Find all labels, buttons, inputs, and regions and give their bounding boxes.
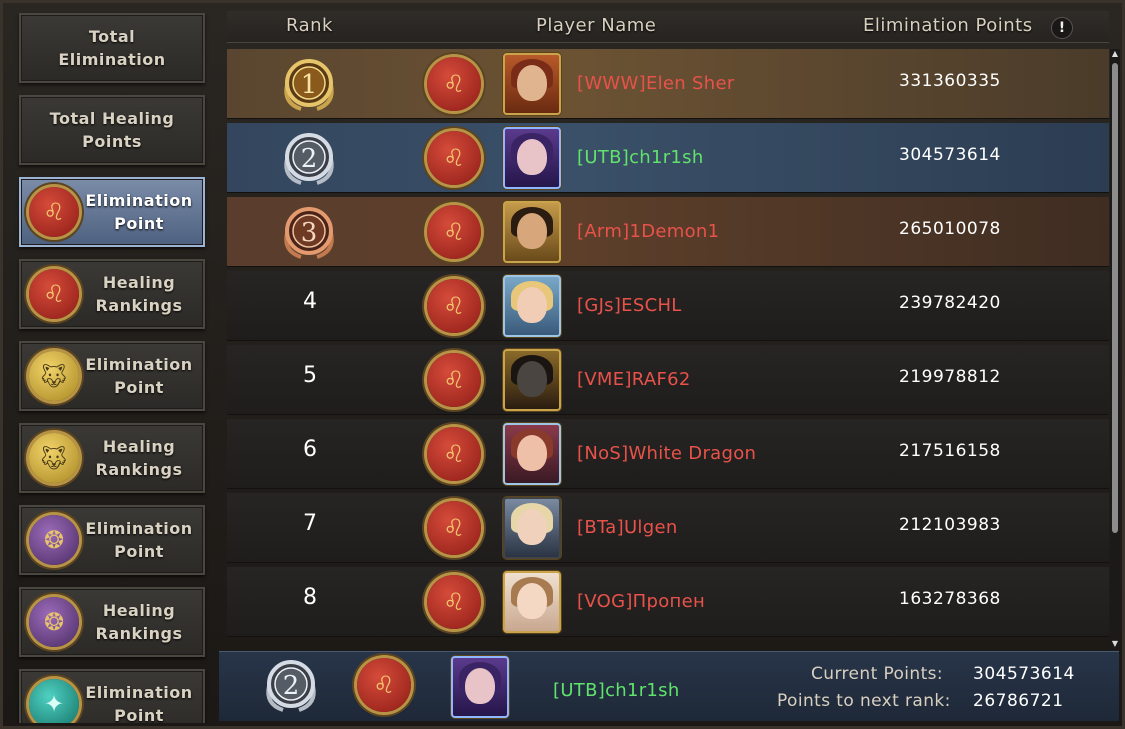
lion-sigil-icon: ♌ — [427, 575, 481, 629]
tab-wolf-elimination-point[interactable]: 🐺︎ Elimination Point — [19, 341, 205, 411]
lion-sigil-icon: ♌ — [427, 427, 481, 481]
dragon-sigil-icon: ❂ — [29, 515, 79, 565]
silver-rank-medal-icon: 2 — [284, 133, 334, 185]
player-points: 265010078 — [899, 219, 1001, 239]
lion-sigil-icon: ♌ — [427, 205, 481, 259]
avatar[interactable] — [503, 127, 561, 189]
player-name[interactable]: [GJs]ESCHL — [577, 295, 682, 316]
avatar[interactable] — [503, 497, 561, 559]
avatar[interactable] — [503, 201, 561, 263]
avatar[interactable] — [503, 423, 561, 485]
player-points: 212103983 — [899, 515, 1001, 535]
tab-wolf-healing-rankings[interactable]: 🐺︎ Healing Rankings — [19, 423, 205, 493]
bronze-rank-medal-icon: 3 — [284, 207, 334, 259]
player-points: 217516158 — [899, 441, 1001, 461]
table-row[interactable]: 3 ♌ [Arm]1Demon1 265010078 — [227, 197, 1109, 267]
player-points: 163278368 — [899, 589, 1001, 609]
table-header: Rank Player Name Elimination Points ! — [227, 11, 1109, 43]
player-points: 219978812 — [899, 367, 1001, 387]
scroll-thumb[interactable] — [1112, 63, 1118, 533]
lion-sigil-icon: ♌ — [29, 187, 79, 237]
wolf-sigil-icon: 🐺︎ — [29, 433, 79, 483]
lion-sigil-icon: ♌ — [427, 353, 481, 407]
rank-number: 3 — [301, 218, 318, 248]
silver-rank-medal-icon: 2 — [266, 660, 316, 712]
player-name[interactable]: [UTB]ch1r1sh — [553, 680, 680, 701]
lion-sigil-icon: ♌ — [29, 269, 79, 319]
rank-number: 5 — [303, 363, 317, 388]
header-rank: Rank — [286, 15, 333, 36]
rank-number: 8 — [303, 585, 317, 610]
my-rank-footer: 2 ♌ [UTB]ch1r1sh Current Points: 3045736… — [219, 651, 1119, 721]
next-rank-label: Points to next rank: — [777, 691, 951, 711]
tab-lion-elimination-point[interactable]: ♌ Elimination Point — [19, 177, 205, 247]
avatar[interactable] — [503, 349, 561, 411]
avatar[interactable] — [451, 656, 509, 718]
tab-dragon-elimination-point[interactable]: ❂ Elimination Point — [19, 505, 205, 575]
rank-number: 6 — [303, 437, 317, 462]
scroll-down-icon[interactable]: ▼ — [1110, 639, 1120, 649]
tab-label: Total Healing Points — [49, 109, 175, 151]
lion-sigil-icon: ♌ — [357, 658, 411, 712]
avatar[interactable] — [503, 53, 561, 115]
tab-label: Healing Rankings — [95, 437, 183, 479]
tab-dragon-healing-rankings[interactable]: ❂ Healing Rankings — [19, 587, 205, 657]
tab-teal-elimination-point[interactable]: ✦ Elimination Point — [19, 669, 205, 723]
tab-total-elimination[interactable]: Total Elimination — [19, 13, 205, 83]
lion-sigil-icon: ♌ — [427, 501, 481, 555]
next-rank-value: 26786721 — [973, 691, 1064, 711]
category-sidebar: Total Elimination Total Healing Points ♌… — [11, 11, 213, 723]
scrollbar[interactable]: ▲ ▼ — [1110, 49, 1120, 649]
rank-number: 4 — [303, 289, 317, 314]
tab-lion-healing-rankings[interactable]: ♌ Healing Rankings — [19, 259, 205, 329]
player-name[interactable]: [Arm]1Demon1 — [577, 221, 719, 242]
teal-sigil-icon: ✦ — [29, 679, 79, 723]
avatar[interactable] — [503, 571, 561, 633]
player-name[interactable]: [WWW]Elen Sher — [577, 73, 735, 94]
tab-total-healing-points[interactable]: Total Healing Points — [19, 95, 205, 165]
tab-label: Elimination Point — [85, 519, 193, 561]
leaderboard-window: Total Elimination Total Healing Points ♌… — [0, 0, 1125, 729]
lion-sigil-icon: ♌ — [427, 131, 481, 185]
player-name[interactable]: [NoS]White Dragon — [577, 443, 756, 464]
player-points: 239782420 — [899, 293, 1001, 313]
header-elimination-points: Elimination Points — [863, 15, 1033, 36]
lion-sigil-icon: ♌ — [427, 57, 481, 111]
rank-number: 7 — [303, 511, 317, 536]
player-name[interactable]: [VME]RAF62 — [577, 369, 691, 390]
avatar[interactable] — [503, 275, 561, 337]
gold-rank-medal-icon: 1 — [284, 59, 334, 111]
player-name[interactable]: [UTB]ch1r1sh — [577, 147, 704, 168]
table-row[interactable]: 5 ♌ [VME]RAF62 219978812 — [227, 345, 1109, 415]
rank-number: 2 — [283, 671, 300, 701]
lion-sigil-icon: ♌ — [427, 279, 481, 333]
player-name[interactable]: [VOG]Пропен — [577, 591, 705, 612]
player-points: 331360335 — [899, 71, 1001, 91]
tab-label: Elimination Point — [85, 355, 193, 397]
table-row[interactable]: 8 ♌ [VOG]Пропен 163278368 — [227, 567, 1109, 637]
tab-label: Elimination Point — [85, 683, 193, 723]
table-row[interactable]: 6 ♌ [NoS]White Dragon 217516158 — [227, 419, 1109, 489]
tab-label: Elimination Point — [85, 191, 193, 233]
table-row[interactable]: 2 ♌ [UTB]ch1r1sh 304573614 — [227, 123, 1109, 193]
table-row[interactable]: 7 ♌ [BTa]Ulgen 212103983 — [227, 493, 1109, 563]
scroll-up-icon[interactable]: ▲ — [1110, 49, 1120, 59]
table-row[interactable]: 4 ♌ [GJs]ESCHL 239782420 — [227, 271, 1109, 341]
tab-label: Healing Rankings — [95, 601, 183, 643]
info-icon[interactable]: ! — [1051, 17, 1073, 39]
rank-number: 2 — [301, 144, 318, 174]
wolf-sigil-icon: 🐺︎ — [29, 351, 79, 401]
table-row[interactable]: 1 ♌ [WWW]Elen Sher 331360335 — [227, 49, 1109, 119]
player-name[interactable]: [BTa]Ulgen — [577, 517, 678, 538]
dragon-sigil-icon: ❂ — [29, 597, 79, 647]
current-points-label: Current Points: — [811, 664, 944, 684]
header-player-name: Player Name — [536, 15, 657, 36]
tab-label: Total Elimination — [58, 27, 166, 69]
tab-label: Healing Rankings — [95, 273, 183, 315]
ranking-list[interactable]: 1 ♌ [WWW]Elen Sher 331360335 2 ♌ [UTB]ch… — [227, 49, 1109, 641]
rank-number: 1 — [301, 70, 318, 100]
current-points-value: 304573614 — [973, 664, 1075, 684]
player-points: 304573614 — [899, 145, 1001, 165]
